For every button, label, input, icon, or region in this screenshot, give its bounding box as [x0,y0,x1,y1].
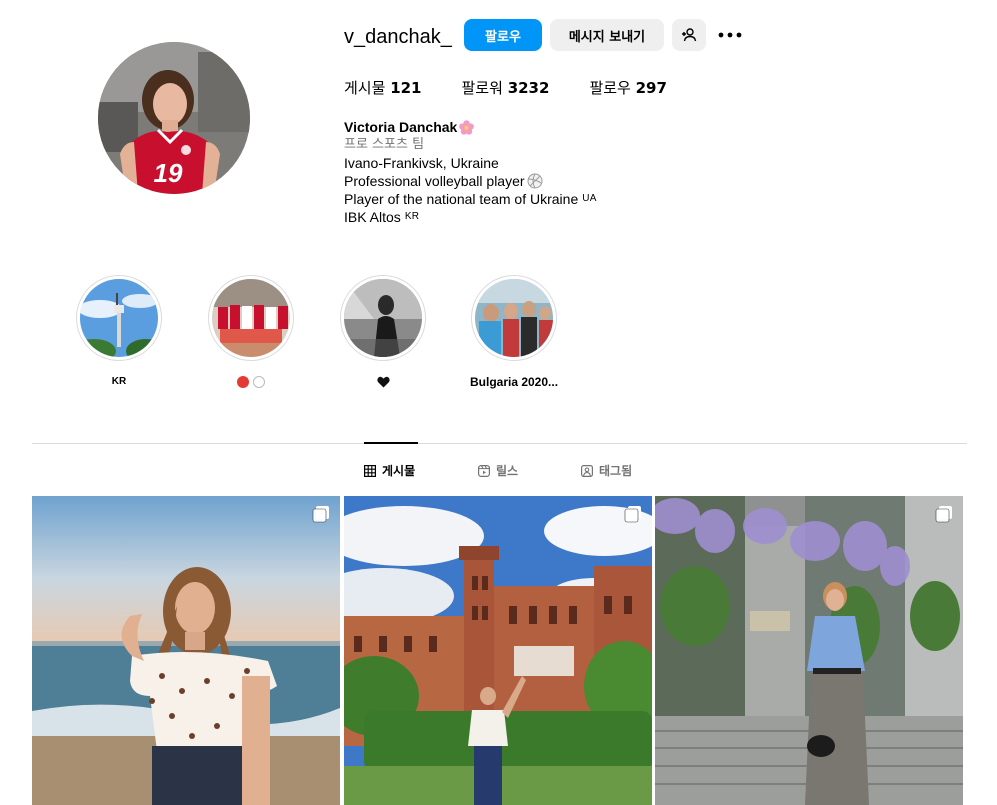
country-code-kr: KR [404,211,420,222]
message-button[interactable]: 메시지 보내기 [550,19,664,51]
tab-posts[interactable]: 게시물 [364,462,415,479]
tabs-divider [32,443,967,444]
highlight-cover [212,279,290,357]
highlight-bulgaria[interactable]: Bulgaria 2020... [470,275,558,390]
bio-line-text: Ivano-Frankivsk, Ukraine [344,155,499,171]
profile-stats: 게시물 121 팔로워 3232 팔로우 297 [344,78,707,98]
post-tile[interactable] [344,496,652,805]
profile-bio: Victoria Danchak 프로 스포츠 팀 Ivano-Frankivs… [344,118,597,226]
tab-label: 게시물 [382,464,416,478]
highlight-label: KR [112,374,126,390]
add-person-icon [682,28,697,42]
highlight-cover-image [80,279,158,357]
highlight-label [237,374,265,390]
highlight-label-text: Bulgaria 2020... [469,375,559,389]
avatar-image: 19 [98,42,250,194]
volleyball-icon [527,173,543,189]
bio-full-name: Victoria Danchak [344,119,458,135]
highlight-ring [340,275,426,361]
stat-value: 297 [635,79,667,97]
highlight-label [376,374,390,390]
bio-category: 프로 스포츠 팀 [344,137,425,152]
highlight-cover-image [475,279,553,357]
stat-posts: 게시물 121 [344,78,422,98]
tab-label: 릴스 [496,464,519,478]
bio-line-national-team: Player of the national team of Ukraine U… [344,190,597,208]
stat-label: 팔로우 [589,79,631,97]
stat-label: 팔로워 [461,79,503,97]
highlight-cover-image [212,279,290,357]
stat-value: 121 [390,79,422,97]
post-tile[interactable] [655,496,963,805]
highlight-team[interactable] [208,275,294,390]
stat-followers[interactable]: 팔로워 3232 [462,78,550,98]
bio-line-text: Professional volleyball player [344,173,525,189]
tab-reels[interactable]: 릴스 [478,462,518,479]
post-image-beach [32,496,340,805]
highlight-kr[interactable]: KR [76,275,162,390]
highlight-cover [80,279,158,357]
highlight-cover-image [344,279,422,357]
multiple-photos-icon [624,506,641,523]
highlight-label: Bulgaria 2020... [470,374,558,390]
red-circle-icon [237,376,249,388]
follow-button[interactable]: 팔로우 [464,19,542,51]
reels-icon [478,464,490,477]
highlight-heart[interactable] [340,275,426,390]
white-circle-icon [253,376,265,388]
highlight-ring [208,275,294,361]
suggest-people-button[interactable] [672,19,706,51]
bio-line-text: IBK Altos [344,209,401,225]
stat-label: 게시물 [344,79,386,97]
bio-name-row: Victoria Danchak [344,118,597,136]
bio-line-occupation: Professional volleyball player [344,172,597,190]
avatar-jersey-number: 19 [154,158,183,188]
more-horizontal-icon [718,32,742,38]
bio-line-location: Ivano-Frankivsk, Ukraine [344,154,597,172]
stat-value: 3232 [507,79,550,97]
stat-following[interactable]: 팔로우 297 [589,78,667,98]
bio-line-text: Player of the national team of Ukraine [344,191,579,207]
tag-icon [581,464,593,477]
flower-emoji-icon [459,119,475,135]
black-heart-icon [376,376,390,388]
more-options-button[interactable] [715,25,745,45]
highlight-cover [344,279,422,357]
highlight-cover [475,279,553,357]
profile-avatar[interactable]: 19 [98,42,250,194]
multiple-photos-icon [935,506,952,523]
multiple-photos-icon [312,506,329,523]
highlight-ring [76,275,162,361]
highlight-label-text: KR [111,376,127,387]
country-code-ua: UA [582,193,597,204]
grid-icon [364,464,376,477]
post-image-castle [344,496,652,805]
tab-tagged[interactable]: 태그됨 [581,462,632,479]
profile-username: v_danchak_ [344,26,452,48]
active-tab-indicator [364,442,418,444]
bio-line-club: IBK Altos KR [344,208,597,226]
post-image-building [655,496,963,805]
tab-label: 태그됨 [599,464,633,478]
highlight-ring [471,275,557,361]
post-tile[interactable] [32,496,340,805]
